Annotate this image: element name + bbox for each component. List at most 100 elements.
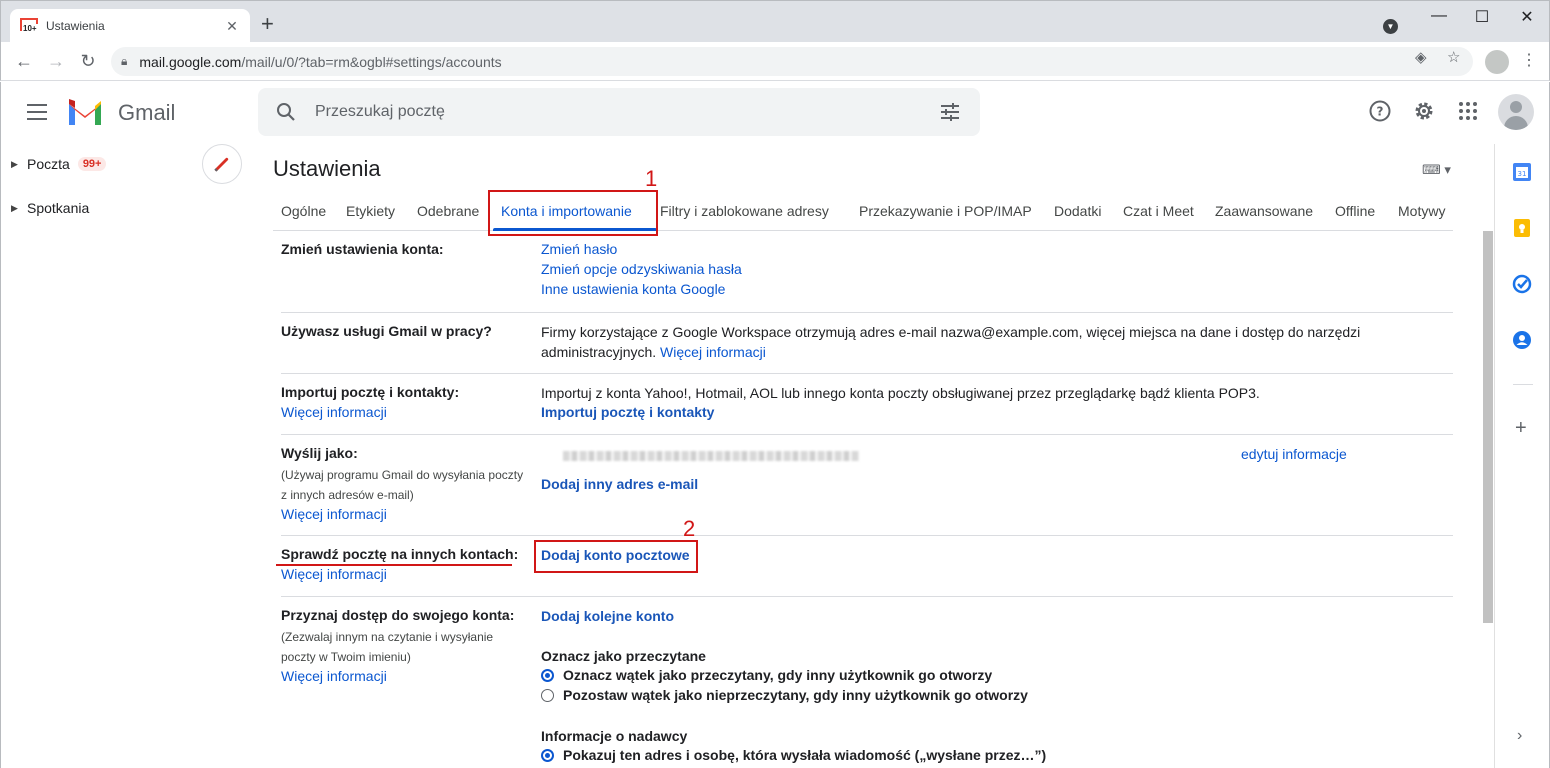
search-options-icon[interactable] xyxy=(938,100,962,124)
import-description: Importuj z konta Yahoo!, Hotmail, AOL lu… xyxy=(541,385,1260,401)
mark-read-heading: Oznacz jako przeczytane xyxy=(541,648,706,664)
unread-count-badge: 99+ xyxy=(77,157,107,171)
radio-selected[interactable] xyxy=(541,668,554,682)
tab-offline[interactable]: Offline xyxy=(1335,203,1375,219)
row-label: Wyślij jako: xyxy=(281,445,358,461)
scrollbar[interactable] xyxy=(1483,231,1493,623)
settings-row-import: Importuj pocztę i kontakty: Więcej infor… xyxy=(281,374,1453,435)
side-panel: 31 + › xyxy=(1494,144,1550,768)
show-sender-radio-option[interactable]: Pokazuj ten adres i osobę, która wysłała… xyxy=(541,747,1046,763)
google-account-settings-link[interactable]: Inne ustawienia konta Google xyxy=(541,281,725,297)
edit-info-link[interactable]: edytuj informacje xyxy=(1241,446,1347,462)
close-tab-icon[interactable]: ✕ xyxy=(224,18,240,35)
url-host: mail.google.com xyxy=(139,53,242,70)
tab-general[interactable]: Ogólne xyxy=(281,203,326,219)
extension-icon[interactable]: ◈ xyxy=(1415,48,1427,66)
compose-button[interactable] xyxy=(202,144,242,184)
bookmark-star-icon[interactable]: ☆ xyxy=(1447,48,1460,66)
input-tools-icon[interactable]: ⌨ ▾ xyxy=(1422,162,1451,178)
minimize-icon[interactable]: — xyxy=(1429,7,1449,25)
maximize-icon[interactable]: ☐ xyxy=(1472,7,1492,27)
annotation-number-2: 2 xyxy=(683,516,696,541)
learn-more-link[interactable]: Więcej informacji xyxy=(281,506,387,522)
browser-tab[interactable]: 10+ Ustawienia ✕ xyxy=(10,9,250,43)
add-another-account-link[interactable]: Dodaj kolejne konto xyxy=(541,608,674,624)
annotation-underline xyxy=(276,564,512,566)
back-icon[interactable]: ← xyxy=(13,50,35,72)
mark-read-radio-option[interactable]: Oznacz wątek jako przeczytany, gdy inny … xyxy=(541,667,992,683)
expand-arrow-icon[interactable]: ▶ xyxy=(11,159,27,170)
gmail-wordmark: Gmail xyxy=(118,100,176,125)
sidebar-item-meet[interactable]: ▶ Spotkania xyxy=(11,200,89,216)
close-window-icon[interactable]: ✕ xyxy=(1517,7,1537,27)
radio-selected[interactable] xyxy=(541,748,554,762)
tab-addons[interactable]: Dodatki xyxy=(1054,203,1101,219)
browser-profile-icon[interactable] xyxy=(1485,50,1509,74)
pencil-icon xyxy=(214,157,229,172)
radio-unselected[interactable] xyxy=(541,688,554,702)
change-recovery-link[interactable]: Zmień opcje odzyskiwania hasła xyxy=(541,261,742,277)
tab-chat-meet[interactable]: Czat i Meet xyxy=(1123,203,1194,219)
apps-grid-icon[interactable] xyxy=(1456,99,1480,123)
url-path: /mail/u/0/?tab=rm&ogbl#settings/accounts xyxy=(241,53,502,70)
search-icon[interactable] xyxy=(274,100,298,124)
learn-more-link[interactable]: Więcej informacji xyxy=(281,404,387,420)
row-sublabel: (Zezwalaj innym na czytanie i wysyłanie xyxy=(281,630,494,644)
browser-menu-icon[interactable]: ⋮ xyxy=(1521,50,1537,70)
favicon-badge: 10+ xyxy=(22,24,38,33)
tab-themes[interactable]: Motywy xyxy=(1398,203,1445,219)
change-password-link[interactable]: Zmień hasło xyxy=(541,241,617,257)
expand-arrow-icon[interactable]: ▶ xyxy=(11,203,27,214)
contacts-icon[interactable] xyxy=(1512,330,1532,350)
help-icon[interactable]: ? xyxy=(1368,99,1392,123)
gmail-header: Gmail Przeszukaj pocztę ? xyxy=(0,82,1550,144)
row-label: Używasz usługi Gmail w pracy? xyxy=(281,323,492,339)
settings-row-work: Używasz usługi Gmail w pracy? Firmy korz… xyxy=(281,313,1453,374)
tab-inbox[interactable]: Odebrane xyxy=(417,203,479,219)
search-bar[interactable]: Przeszukaj pocztę xyxy=(258,88,980,136)
browser-titlebar: 10+ Ustawienia ✕ + ▼ — ☐ ✕ xyxy=(0,0,1550,43)
settings-gear-icon[interactable] xyxy=(1412,99,1436,123)
account-avatar[interactable] xyxy=(1498,94,1534,130)
row-label: Sprawdź pocztę na innych kontach: xyxy=(281,546,519,562)
sender-info-heading: Informacje o nadawcy xyxy=(541,728,688,744)
page-title: Ustawienia xyxy=(273,156,381,181)
search-input[interactable]: Przeszukaj pocztę xyxy=(315,103,445,121)
learn-more-link[interactable]: Więcej informacji xyxy=(281,668,387,684)
keep-unread-radio-option[interactable]: Pozostaw wątek jako nieprzeczytany, gdy … xyxy=(541,687,1028,703)
tab-search-icon[interactable]: ▼ xyxy=(1383,19,1398,34)
row-sublabel: poczty w Twoim imieniu) xyxy=(281,650,411,664)
tab-filters[interactable]: Filtry i zablokowane adresy xyxy=(660,203,829,219)
main-menu-icon[interactable] xyxy=(27,104,47,120)
row-label: Importuj pocztę i kontakty: xyxy=(281,384,460,400)
sidebar-item-label: Poczta xyxy=(27,156,70,172)
tab-forwarding-pop-imap[interactable]: Przekazywanie i POP/IMAP xyxy=(859,203,1032,219)
chevron-right-icon[interactable]: › xyxy=(1517,727,1522,745)
add-email-address-link[interactable]: Dodaj inny adres e-mail xyxy=(541,476,698,492)
annotation-box-1 xyxy=(488,190,658,236)
tab-labels[interactable]: Etykiety xyxy=(346,203,395,219)
row-label: Przyznaj dostęp do swojego konta: xyxy=(281,607,515,623)
learn-more-link[interactable]: Więcej informacji xyxy=(281,566,387,582)
settings-row-check-mail: Sprawdź pocztę na innych kontach: Więcej… xyxy=(281,536,1453,597)
reload-icon[interactable]: ↻ xyxy=(77,50,99,72)
learn-more-link[interactable]: Więcej informacji xyxy=(660,344,766,360)
gmail-logo-icon xyxy=(69,99,101,125)
tasks-icon[interactable] xyxy=(1512,274,1532,294)
address-bar[interactable]: 🔒︎ mail.google.com/mail/u/0/?tab=rm&ogbl… xyxy=(111,47,1473,76)
calendar-icon[interactable]: 31 xyxy=(1512,162,1532,182)
new-tab-icon[interactable]: + xyxy=(261,13,274,35)
forward-icon[interactable]: → xyxy=(45,50,67,72)
radio-label: Oznacz wątek jako przeczytany, gdy inny … xyxy=(563,667,993,683)
keep-icon[interactable] xyxy=(1512,218,1532,238)
tab-advanced[interactable]: Zaawansowane xyxy=(1215,203,1313,219)
left-sidebar: ▶ Poczta 99+ ▶ Spotkania xyxy=(0,144,256,768)
import-mail-contacts-link[interactable]: Importuj pocztę i kontakty xyxy=(541,404,714,420)
row-sublabel: (Używaj programu Gmail do wysyłania pocz… xyxy=(281,468,524,482)
add-addon-icon[interactable]: + xyxy=(1515,417,1527,440)
annotation-box-2 xyxy=(534,540,698,573)
row-label: Zmień ustawienia konta: xyxy=(281,241,444,257)
sidebar-item-mail[interactable]: ▶ Poczta 99+ xyxy=(11,156,107,172)
lock-icon[interactable]: 🔒︎ xyxy=(121,54,127,69)
panel-divider xyxy=(1513,384,1533,385)
